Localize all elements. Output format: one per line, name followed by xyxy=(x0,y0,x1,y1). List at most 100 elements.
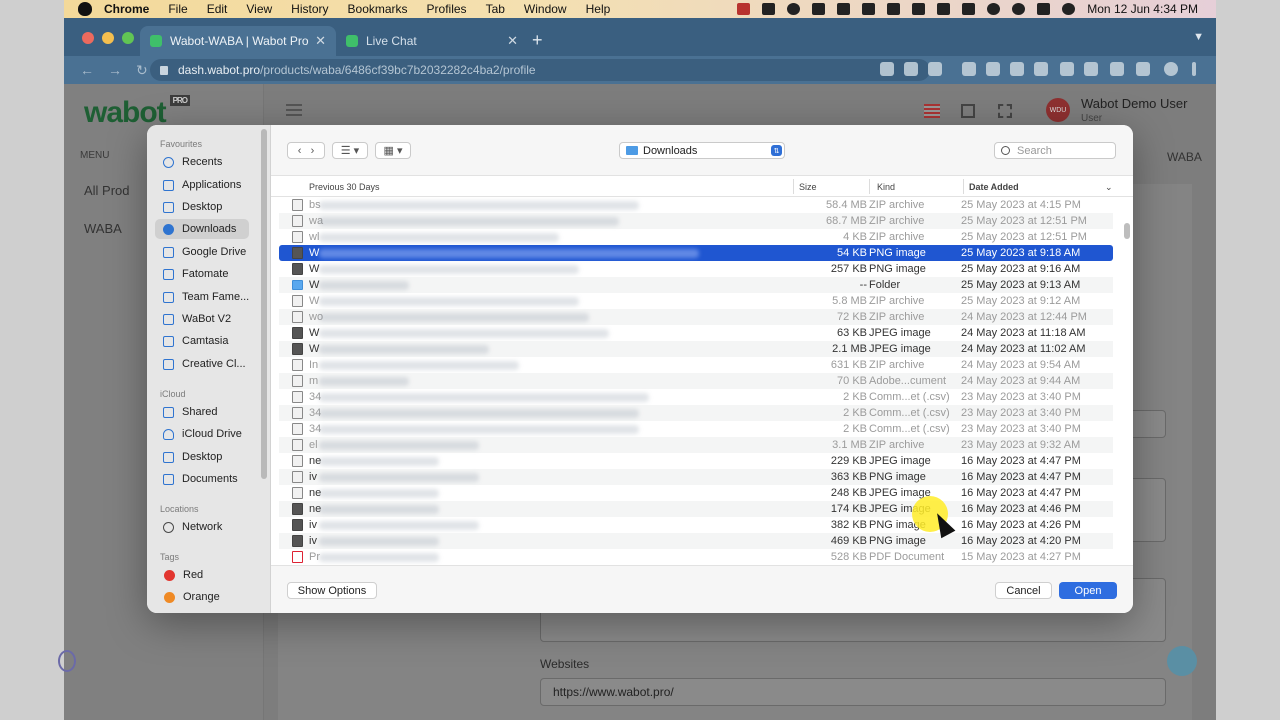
siri-icon[interactable] xyxy=(1062,3,1076,15)
sidebar-item-team-fame[interactable]: Team Fame... xyxy=(155,287,249,307)
search-input[interactable]: Search xyxy=(994,142,1116,159)
menu-file[interactable]: File xyxy=(168,2,187,16)
extension-icon[interactable] xyxy=(1060,62,1074,76)
column-name[interactable]: Previous 30 Days xyxy=(309,182,380,192)
more-menu-icon[interactable] xyxy=(1192,62,1196,76)
sort-chevron-down-icon[interactable]: ⌄ xyxy=(1105,182,1113,193)
sidebar-item-creative-cloud[interactable]: Creative Cl... xyxy=(155,354,249,374)
bookmark-star-icon[interactable] xyxy=(928,62,942,76)
file-row[interactable]: el 3.1 MB ZIP archive 23 May 2023 at 9:32 A… xyxy=(279,437,1113,453)
lock-icon[interactable] xyxy=(160,65,168,75)
url-bar[interactable]: dash.wabot.pro/products/waba/6486cf39bc7… xyxy=(150,59,930,81)
menu-view[interactable]: View xyxy=(246,2,272,16)
file-row[interactable]: W 257 KB PNG image 25 May 2023 at 9:16 AM xyxy=(279,261,1113,277)
profile-avatar-icon[interactable] xyxy=(1164,62,1178,76)
file-row[interactable]: In 631 KB ZIP archive 24 May 2023 at 9:54 A… xyxy=(279,357,1113,373)
menu-window[interactable]: Window xyxy=(524,2,567,16)
file-row[interactable]: Pr 528 KB PDF Document 15 May 2023 at 4:27 … xyxy=(279,549,1113,565)
back-forward-buttons[interactable]: ‹ › xyxy=(287,142,325,159)
apps-grid-icon[interactable] xyxy=(961,104,975,118)
file-row[interactable]: 34 2 KB Comm...et (.csv) 23 May 2023 at 3:4… xyxy=(279,405,1113,421)
column-date-added[interactable]: Date Added xyxy=(969,182,1019,192)
menu-app-name[interactable]: Chrome xyxy=(104,2,149,16)
close-tab-icon[interactable]: ✕ xyxy=(315,33,326,49)
sidebar-item-desktop[interactable]: Desktop xyxy=(155,197,249,217)
sidebar-item-google-drive[interactable]: Google Drive xyxy=(155,242,249,262)
list-view-button[interactable]: ☰ ▾ xyxy=(332,142,368,159)
tray-app-icon[interactable] xyxy=(762,3,776,15)
file-row[interactable]: iv 469 KB PNG image 16 May 2023 at 4:20 PM xyxy=(279,533,1113,549)
close-tab-icon[interactable]: ✕ xyxy=(507,33,518,49)
extensions-puzzle-icon[interactable] xyxy=(1110,62,1124,76)
apple-icon[interactable] xyxy=(78,2,92,16)
us-flag-icon[interactable] xyxy=(924,104,940,118)
menu-tab[interactable]: Tab xyxy=(486,2,505,16)
sidebar-scrollbar[interactable] xyxy=(261,129,267,479)
nav-waba[interactable]: WABA xyxy=(84,221,122,236)
websites-input[interactable]: https://www.wabot.pro/ xyxy=(540,678,1166,706)
file-row[interactable]: ne 174 KB JPEG image 16 May 2023 at 4:46 PM xyxy=(279,501,1113,517)
close-window-icon[interactable] xyxy=(82,32,94,44)
column-separator[interactable] xyxy=(793,179,794,194)
file-row[interactable]: bs 58.4 MB ZIP archive 25 May 2023 at 4:15 … xyxy=(279,197,1113,213)
sidebar-item-camtasia[interactable]: Camtasia xyxy=(155,331,249,351)
battery-icon[interactable] xyxy=(962,3,976,15)
zoom-window-icon[interactable] xyxy=(122,32,134,44)
sidebar-item-icloud-desktop[interactable]: Desktop xyxy=(155,447,249,467)
volume-icon[interactable] xyxy=(912,3,926,15)
chat-support-icon[interactable] xyxy=(1167,646,1197,676)
extension-icon[interactable] xyxy=(962,62,976,76)
sidebar-item-shared[interactable]: Shared xyxy=(155,402,249,422)
tab-live-chat[interactable]: Live Chat ✕ xyxy=(336,26,528,56)
show-options-button[interactable]: Show Options xyxy=(287,582,377,599)
tab-wabot[interactable]: Wabot-WABA | Wabot Pro - W ✕ xyxy=(140,26,336,56)
menu-profiles[interactable]: Profiles xyxy=(427,2,467,16)
tray-tool-icon[interactable] xyxy=(887,3,901,15)
file-row[interactable]: ne 248 KB JPEG image 16 May 2023 at 4:47 PM xyxy=(279,485,1113,501)
nav-all-products[interactable]: All Prod xyxy=(84,183,130,198)
reload-icon[interactable]: ↻ xyxy=(136,62,148,79)
file-row[interactable]: 34 2 KB Comm...et (.csv) 23 May 2023 at 3:4… xyxy=(279,389,1113,405)
file-row[interactable]: 34 2 KB Comm...et (.csv) 23 May 2023 at 3:4… xyxy=(279,421,1113,437)
chevron-down-icon[interactable]: ▼ xyxy=(1193,31,1204,43)
sidebar-item-icloud-drive[interactable]: iCloud Drive xyxy=(155,424,249,444)
column-separator[interactable] xyxy=(963,179,964,194)
control-center-icon[interactable] xyxy=(1037,3,1051,15)
file-row[interactable]: iv 363 KB PNG image 16 May 2023 at 4:47 PM xyxy=(279,469,1113,485)
grid-icon[interactable] xyxy=(937,3,951,15)
recorder-icon[interactable] xyxy=(737,3,751,15)
sidebar-item-tag-orange[interactable]: Orange xyxy=(155,587,249,607)
back-icon[interactable]: ← xyxy=(80,62,94,78)
extension-icon[interactable] xyxy=(1084,62,1098,76)
avatar[interactable]: WDU xyxy=(1046,98,1070,122)
file-row[interactable]: W 5.8 MB ZIP archive 25 May 2023 at 9:12 AM xyxy=(279,293,1113,309)
download-icon[interactable] xyxy=(880,62,894,76)
sidebar-item-network[interactable]: Network xyxy=(155,517,249,537)
location-popup[interactable]: Downloads ⇅ xyxy=(619,142,785,159)
minimize-window-icon[interactable] xyxy=(102,32,114,44)
menu-history[interactable]: History xyxy=(291,2,328,16)
sidebar-item-documents[interactable]: Documents xyxy=(155,469,249,489)
user-name[interactable]: Wabot Demo User xyxy=(1081,96,1187,111)
menu-help[interactable]: Help xyxy=(586,2,611,16)
tray-s-icon[interactable] xyxy=(837,3,851,15)
sidebar-item-applications[interactable]: Applications xyxy=(155,175,249,195)
creative-cloud-icon[interactable] xyxy=(787,3,801,15)
file-row[interactable]: iv 382 KB PNG image 16 May 2023 at 4:26 PM xyxy=(279,517,1113,533)
share-icon[interactable] xyxy=(904,62,918,76)
sidebar-item-recents[interactable]: Recents xyxy=(155,152,249,172)
spotlight-icon[interactable] xyxy=(1012,3,1026,15)
cancel-button[interactable]: Cancel xyxy=(995,582,1052,599)
forward-icon[interactable]: → xyxy=(108,62,122,78)
shield-icon[interactable] xyxy=(862,3,876,15)
menu-bookmarks[interactable]: Bookmarks xyxy=(348,2,408,16)
sidebar-item-fatomate[interactable]: Fatomate xyxy=(155,264,249,284)
chevron-right-icon[interactable]: › xyxy=(311,145,315,157)
extension-icon[interactable] xyxy=(1010,62,1024,76)
file-row[interactable]: W -- Folder 25 May 2023 at 9:13 AM xyxy=(279,277,1113,293)
fullscreen-icon[interactable] xyxy=(998,104,1012,118)
breadcrumb[interactable]: WABA xyxy=(1167,150,1202,164)
column-size[interactable]: Size xyxy=(799,182,817,192)
extension-icon[interactable] xyxy=(986,62,1000,76)
column-kind[interactable]: Kind xyxy=(877,182,895,192)
